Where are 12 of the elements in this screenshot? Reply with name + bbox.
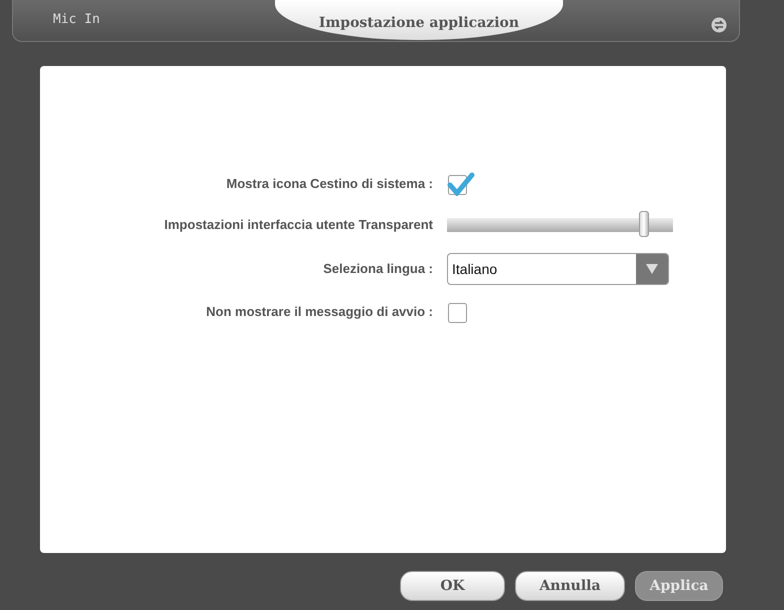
source-label: Mic In: [52, 10, 100, 28]
dialog-button[interactable]: Annulla: [515, 571, 625, 601]
language-dropdown[interactable]: Italiano: [447, 253, 669, 285]
dropdown-arrow-icon: [645, 263, 659, 275]
setting-label: Impostazioni interfaccia utente Transparent: [163, 216, 433, 234]
slider-thumb[interactable]: [638, 211, 649, 237]
checked-checkbox[interactable]: [447, 172, 475, 196]
setting-label: Mostra icona Cestino di sistema :: [225, 175, 433, 194]
dialog-button[interactable]: OK: [400, 571, 505, 601]
setting-label: Seleziona lingua :: [322, 260, 433, 278]
setting-label: Non mostrare il messaggio di avvio :: [205, 303, 433, 322]
swap-icon[interactable]: [711, 17, 727, 33]
